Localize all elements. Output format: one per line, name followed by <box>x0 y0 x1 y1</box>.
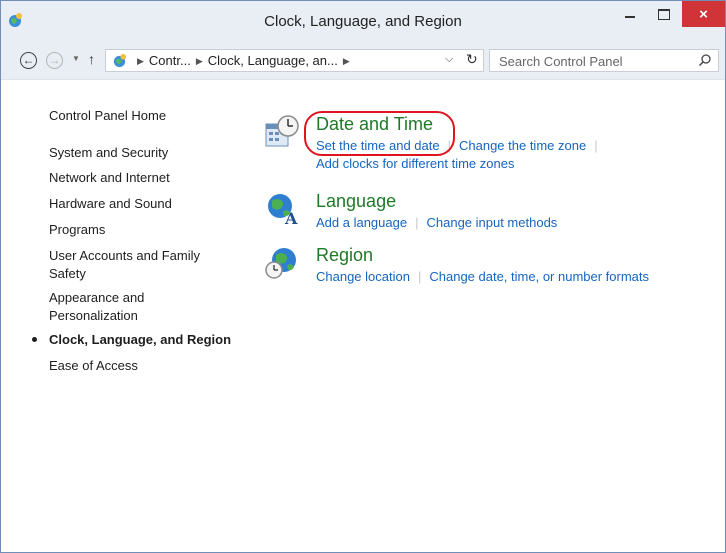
title-bar: Clock, Language, and Region × <box>1 1 725 41</box>
language-title[interactable]: Language <box>316 191 396 212</box>
change-location-link[interactable]: Change location <box>316 269 410 284</box>
link-divider: | <box>594 138 598 153</box>
refresh-icon[interactable]: ↻ <box>466 51 478 68</box>
change-formats-link[interactable]: Change date, time, or number formats <box>429 269 649 284</box>
region-links: Change location | Change date, time, or nu… <box>316 269 649 284</box>
sidebar-item-appearance-line1[interactable]: Appearance and <box>49 289 144 307</box>
up-arrow-icon: ↑ <box>88 51 95 67</box>
date-time-icon[interactable] <box>264 114 300 150</box>
control-panel-window: Clock, Language, and Region × ← → ▼ ↑ ▶ C… <box>0 0 726 553</box>
maximize-icon <box>658 8 670 20</box>
sidebar-item-hardware-sound[interactable]: Hardware and Sound <box>49 195 172 213</box>
maximize-button[interactable] <box>650 1 678 27</box>
change-input-methods-link[interactable]: Change input methods <box>426 215 557 230</box>
address-dropdown-icon[interactable]: ⌵ <box>445 53 453 66</box>
region-icon[interactable] <box>264 245 300 281</box>
sidebar-item-user-accounts-line1[interactable]: User Accounts and Family <box>49 247 200 265</box>
content-divider <box>1 79 725 80</box>
back-button[interactable]: ← <box>20 52 37 69</box>
recent-locations-dropdown[interactable]: ▼ <box>72 54 80 63</box>
sidebar-item-programs[interactable]: Programs <box>49 221 105 239</box>
up-button[interactable]: ↑ <box>88 51 95 67</box>
breadcrumb-clock-language-region[interactable]: Clock, Language, an... <box>208 53 338 68</box>
link-divider: | <box>417 269 422 284</box>
current-page-bullet <box>32 337 37 342</box>
sidebar-item-clock-language-region[interactable]: Clock, Language, and Region <box>49 331 231 349</box>
sidebar-item-network-internet[interactable]: Network and Internet <box>49 169 170 187</box>
language-icon[interactable]: A <box>264 191 300 227</box>
breadcrumb: ▶ Contr... ▶ Clock, Language, an... ▶ <box>132 53 355 68</box>
breadcrumb-separator-icon[interactable]: ▶ <box>137 56 144 66</box>
search-placeholder: Search Control Panel <box>499 54 623 69</box>
minimize-button[interactable] <box>616 1 644 27</box>
breadcrumb-control-panel[interactable]: Contr... <box>149 53 191 68</box>
close-icon: × <box>699 5 708 23</box>
search-input[interactable]: Search Control Panel <box>489 49 719 72</box>
annotation-highlight-oval <box>304 111 455 156</box>
back-arrow-icon: ← <box>22 53 35 67</box>
sidebar-item-system-security[interactable]: System and Security <box>49 144 168 162</box>
sidebar-item-ease-of-access[interactable]: Ease of Access <box>49 357 138 375</box>
svg-text:A: A <box>284 209 298 227</box>
close-button[interactable]: × <box>682 1 725 27</box>
change-time-zone-link[interactable]: Change the time zone <box>459 138 586 153</box>
breadcrumb-separator-icon[interactable]: ▶ <box>343 56 350 66</box>
language-links: Add a language | Change input methods <box>316 215 557 230</box>
minimize-icon <box>625 16 635 18</box>
address-bar[interactable]: ▶ Contr... ▶ Clock, Language, an... ▶ ⌵ ↻ <box>105 49 484 72</box>
search-icon[interactable] <box>698 53 712 67</box>
sidebar-item-control-panel-home[interactable]: Control Panel Home <box>49 107 166 125</box>
link-divider: | <box>415 215 419 230</box>
region-title[interactable]: Region <box>316 245 373 266</box>
forward-arrow-icon: → <box>48 53 61 67</box>
control-panel-globe-icon <box>113 53 127 68</box>
sidebar-item-appearance-line2[interactable]: Personalization <box>49 307 138 325</box>
add-language-link[interactable]: Add a language <box>316 215 407 230</box>
breadcrumb-separator-icon[interactable]: ▶ <box>196 56 203 66</box>
navigation-bar: ← → ▼ ↑ ▶ Contr... ▶ Clock, Language, an...… <box>1 41 725 79</box>
forward-button[interactable]: → <box>46 52 63 69</box>
add-clocks-link[interactable]: Add clocks for different time zones <box>316 156 514 171</box>
sidebar-item-user-accounts-line2[interactable]: Safety <box>49 265 86 283</box>
